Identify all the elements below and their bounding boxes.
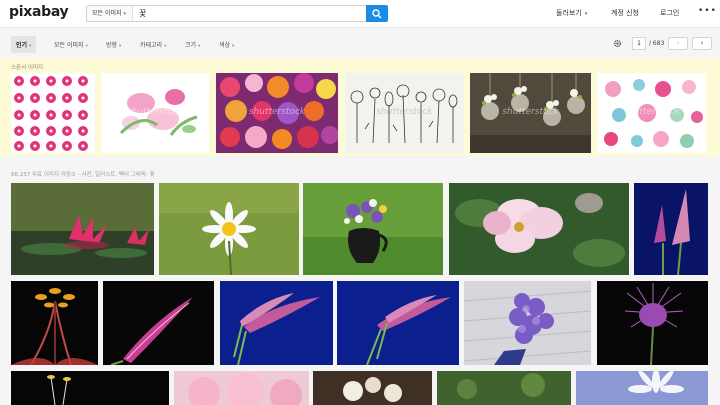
watermark-text: shutterstock	[376, 107, 433, 117]
sponsored-images: 스폰서 이미지 shutterstock shutterstock shutte…	[0, 58, 720, 156]
nav-signup[interactable]: 계정 신청	[611, 8, 639, 18]
photo-celosia-blue-1[interactable]	[220, 281, 333, 365]
sponsored-image[interactable]: shutterstock	[101, 73, 209, 153]
top-header: pixabay 모든 이미지▾ 둘러보기▾ 계정 신청 로그인 •••	[0, 0, 720, 28]
filter-label: 색상	[219, 42, 231, 49]
filter-color[interactable]: 색상 ▾	[219, 40, 234, 49]
search-icon	[372, 9, 382, 19]
filter-orientation[interactable]: 방향 ▾	[106, 40, 121, 49]
search-bar: 모든 이미지 ▾	[86, 5, 388, 22]
chevron-down-icon: ▾	[584, 11, 588, 17]
sponsored-image[interactable]: shutterstock	[345, 73, 464, 153]
photo-flower-pot[interactable]	[303, 183, 443, 275]
nav-explore-label: 둘러보기	[556, 9, 582, 17]
nav-login[interactable]: 로그인	[660, 8, 679, 18]
photo-stamens-bw[interactable]	[11, 371, 169, 405]
chevron-down-icon: ▾	[29, 44, 32, 49]
chevron-down-icon: ▾	[119, 44, 122, 49]
photo-celosia-blue-2[interactable]	[337, 281, 459, 365]
search-input[interactable]	[137, 6, 365, 21]
watermark-text: shutterstock	[248, 107, 306, 117]
sponsored-image[interactable]: shutterstock	[470, 73, 591, 153]
photo-pink-carnations[interactable]	[174, 371, 309, 405]
pixabay-logo[interactable]: pixabay	[9, 4, 69, 20]
next-page-button[interactable]: ›	[692, 37, 712, 50]
photo-white-blossoms[interactable]	[313, 371, 432, 405]
search-type-select[interactable]: 모든 이미지 ▾	[87, 6, 133, 21]
filter-category[interactable]: 카테고리 ▾	[140, 40, 166, 49]
photo-blue-daisy[interactable]	[576, 371, 708, 405]
sponsored-label: 스폰서 이미지	[11, 65, 44, 71]
photo-water-lily[interactable]	[11, 183, 154, 275]
result-count: 68,237 무료 이미지 저장소 - 사진, 일러스트, 벡터 그래픽: 꽃	[11, 172, 155, 178]
sponsored-image[interactable]: shutterstock	[216, 73, 338, 153]
filter-label: 모든 이미지	[54, 42, 84, 49]
filter-label: 카테고리	[140, 42, 163, 49]
filter-label: 방향	[106, 42, 118, 49]
chevron-down-icon: ▾	[198, 44, 201, 49]
prev-page-button[interactable]: ‹	[668, 37, 688, 50]
page-number-input[interactable]: 1	[632, 37, 646, 50]
filter-label: 크기	[185, 42, 197, 49]
chevron-down-icon: ▾	[164, 44, 167, 49]
page-total: / 683	[649, 40, 665, 47]
photo-lily-stamens[interactable]	[11, 281, 98, 365]
search-type-label: 모든 이미지	[92, 10, 122, 17]
more-menu-icon[interactable]: •••	[698, 6, 717, 16]
chevron-down-icon: ▾	[123, 11, 127, 17]
watermark-text: shutterstock	[126, 107, 184, 117]
watermark-text: shutterstock	[623, 107, 680, 117]
photo-lavender-bouquet[interactable]	[464, 281, 591, 365]
chevron-down-icon: ▾	[85, 44, 88, 49]
photo-celosia-dark[interactable]	[103, 281, 214, 365]
photo-green-bokeh[interactable]	[437, 371, 571, 405]
gear-icon[interactable]	[613, 39, 622, 48]
filter-image-type[interactable]: 모든 이미지 ▾	[54, 40, 88, 49]
filter-size[interactable]: 크기 ▾	[185, 40, 200, 49]
search-button[interactable]	[366, 5, 388, 22]
chevron-down-icon: ▾	[232, 44, 235, 49]
photo-daisy[interactable]	[159, 183, 299, 275]
filter-popular[interactable]: 인기 ▾	[11, 36, 37, 53]
sponsored-image[interactable]: shutterstock	[597, 73, 706, 153]
photo-purple-celosia[interactable]	[634, 183, 708, 275]
sponsored-image[interactable]	[11, 73, 95, 153]
photo-pink-blossom[interactable]	[449, 183, 629, 275]
nav-explore[interactable]: 둘러보기 ▾	[556, 8, 587, 18]
photo-thistle[interactable]	[597, 281, 708, 365]
watermark-text: shutterstock	[502, 107, 559, 117]
filter-label: 인기	[16, 42, 28, 49]
filter-bar: 인기 ▾ 모든 이미지 ▾ 방향 ▾ 카테고리 ▾ 크기 ▾ 색상 ▾ 1 / 683 ‹ …	[0, 28, 720, 58]
